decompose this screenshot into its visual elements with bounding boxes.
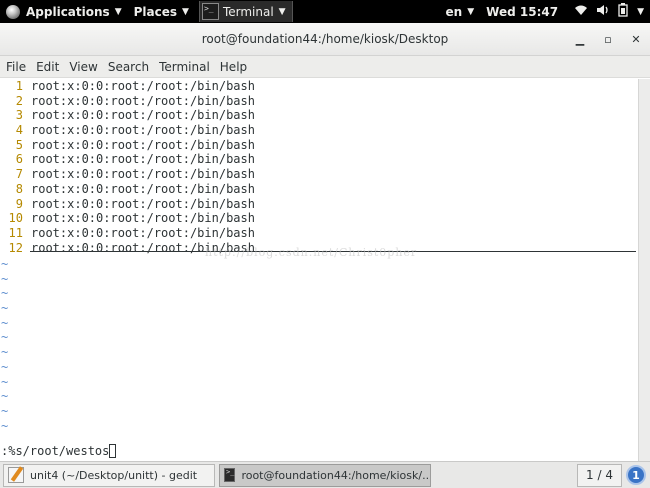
- line-text: root:x:0:0:root:/root:/bin/bash: [31, 225, 255, 240]
- wifi-icon: [570, 4, 592, 19]
- system-menu[interactable]: ▼: [564, 0, 650, 23]
- editor-line: 3 root:x:0:0:root:/root:/bin/bash: [0, 108, 638, 123]
- language-label: en: [445, 4, 463, 19]
- editor-line: 11 root:x:0:0:root:/root:/bin/bash: [0, 226, 638, 241]
- line-text: root:x:0:0:root:/root:/bin/bash: [31, 181, 255, 196]
- editor-line: 9 root:x:0:0:root:/root:/bin/bash: [0, 197, 638, 212]
- line-number: 2: [15, 93, 23, 108]
- editor-line: 6 root:x:0:0:root:/root:/bin/bash: [0, 152, 638, 167]
- notification-badge[interactable]: 1: [626, 465, 646, 485]
- line-number: 4: [15, 123, 23, 138]
- tilde-line: ~: [1, 359, 9, 374]
- task-terminal[interactable]: >_ root@foundation44:/home/kiosk/...: [219, 463, 431, 487]
- line-number: 3: [15, 108, 23, 123]
- window-title: root@foundation44:/home/kiosk/Desktop: [201, 32, 449, 46]
- tilde-line: ~: [1, 418, 9, 433]
- language-indicator[interactable]: en ▼: [440, 0, 481, 23]
- line-text: root:x:0:0:root:/root:/bin/bash: [31, 211, 255, 226]
- editor-line: 4 root:x:0:0:root:/root:/bin/bash: [0, 123, 638, 138]
- editor-line: 5 root:x:0:0:root:/root:/bin/bash: [0, 138, 638, 153]
- terminal-icon: >_: [224, 468, 236, 482]
- vim-command-line[interactable]: :%s/root/westos: [1, 444, 117, 459]
- line-number: 9: [15, 196, 23, 211]
- workspace-switcher[interactable]: 1 / 4: [577, 463, 622, 487]
- editor-line: 10 root:x:0:0:root:/root:/bin/bash: [0, 211, 638, 226]
- tilde-line: ~: [1, 286, 9, 301]
- close-button[interactable]: ✕: [630, 33, 642, 46]
- tilde-line: ~: [1, 301, 9, 316]
- terminal-scrollbar[interactable]: [638, 79, 650, 461]
- tilde-line: ~: [1, 389, 9, 404]
- task-label: unit4 (~/Desktop/unitt) - gedit: [30, 468, 198, 482]
- chevron-down-icon: ▼: [637, 6, 644, 17]
- line-text: root:x:0:0:root:/root:/bin/bash: [31, 152, 255, 167]
- top-bar: Applications ▼ Places ▼ >_ Terminal ▼ en…: [0, 0, 650, 23]
- line-number: 8: [15, 181, 23, 196]
- line-number: 12: [8, 240, 23, 255]
- line-text: root:x:0:0:root:/root:/bin/bash: [31, 196, 255, 211]
- line-text: root:x:0:0:root:/root:/bin/bash: [31, 123, 255, 138]
- editor-line: 2 root:x:0:0:root:/root:/bin/bash: [0, 94, 638, 109]
- line-number: 5: [15, 137, 23, 152]
- tilde-line: ~: [1, 345, 9, 360]
- tilde-line: ~: [1, 330, 9, 345]
- clock-label: Wed 15:47: [486, 4, 559, 19]
- line-number: 6: [15, 152, 23, 167]
- line-number: 10: [8, 211, 23, 226]
- gnome-foot-icon: [6, 4, 20, 19]
- line-text: root:x:0:0:root:/root:/bin/bash: [31, 93, 255, 108]
- minimize-button[interactable]: ▁: [574, 33, 586, 46]
- chevron-down-icon: ▼: [182, 6, 189, 17]
- task-label: root@foundation44:/home/kiosk/...: [241, 468, 431, 482]
- menu-view[interactable]: View: [64, 60, 102, 74]
- tilde-line: ~: [1, 403, 9, 418]
- tilde-line: ~: [1, 271, 9, 286]
- applications-menu[interactable]: Applications ▼: [0, 0, 128, 23]
- line-number: 7: [15, 167, 23, 182]
- places-label: Places: [133, 4, 178, 19]
- window-list: unit4 (~/Desktop/unitt) - gedit >_ root@…: [0, 461, 650, 488]
- places-menu[interactable]: Places ▼: [128, 0, 195, 23]
- window-titlebar[interactable]: root@foundation44:/home/kiosk/Desktop ▁ …: [0, 23, 650, 56]
- editor-line: 8 root:x:0:0:root:/root:/bin/bash: [0, 182, 638, 197]
- tilde-line: ~: [1, 315, 9, 330]
- line-text: root:x:0:0:root:/root:/bin/bash: [31, 167, 255, 182]
- line-text: root:x:0:0:root:/root:/bin/bash: [31, 79, 255, 93]
- line-text: root:x:0:0:root:/root:/bin/bash: [31, 137, 255, 152]
- battery-icon: [614, 3, 632, 20]
- menu-help[interactable]: Help: [215, 60, 252, 74]
- command-text: :%s/root/westos: [1, 444, 110, 458]
- task-gedit[interactable]: unit4 (~/Desktop/unitt) - gedit: [3, 463, 215, 487]
- volume-icon: [592, 4, 614, 19]
- empty-buffer-lines: ~ ~ ~ ~ ~ ~ ~ ~ ~ ~ ~ ~: [0, 257, 8, 433]
- text-cursor: [109, 444, 117, 458]
- terminal-app-label: Terminal: [222, 4, 274, 19]
- menu-terminal[interactable]: Terminal: [154, 60, 215, 74]
- maximize-button[interactable]: ▫: [602, 33, 614, 46]
- workspace-label: 1 / 4: [586, 468, 613, 482]
- line-number: 11: [8, 225, 23, 240]
- menubar: File Edit View Search Terminal Help: [0, 56, 650, 78]
- line-text: root:x:0:0:root:/root:/bin/bash: [31, 108, 255, 123]
- menu-search[interactable]: Search: [103, 60, 154, 74]
- editor-line: 1 root:x:0:0:root:/root:/bin/bash: [0, 79, 638, 94]
- applications-label: Applications: [26, 4, 110, 19]
- watermark: http://blog.csdn.net/Christ0pher: [205, 246, 418, 259]
- terminal-app-menu[interactable]: >_ Terminal ▼: [198, 1, 293, 22]
- chevron-down-icon: ▼: [114, 6, 122, 17]
- line-number: 1: [15, 79, 23, 93]
- tilde-line: ~: [1, 374, 9, 389]
- terminal-view[interactable]: 1 root:x:0:0:root:/root:/bin/bash 2 root:x…: [0, 79, 638, 461]
- chevron-down-icon: ▼: [467, 6, 475, 17]
- notification-count: 1: [632, 468, 640, 482]
- editor-line: 7 root:x:0:0:root:/root:/bin/bash: [0, 167, 638, 182]
- menu-file[interactable]: File: [1, 60, 31, 74]
- tilde-line: ~: [1, 257, 9, 271]
- clock[interactable]: Wed 15:47: [480, 0, 564, 23]
- chevron-down-icon: ▼: [278, 6, 286, 17]
- menu-edit[interactable]: Edit: [31, 60, 64, 74]
- gedit-icon: [8, 467, 24, 483]
- terminal-icon: >_: [201, 3, 219, 20]
